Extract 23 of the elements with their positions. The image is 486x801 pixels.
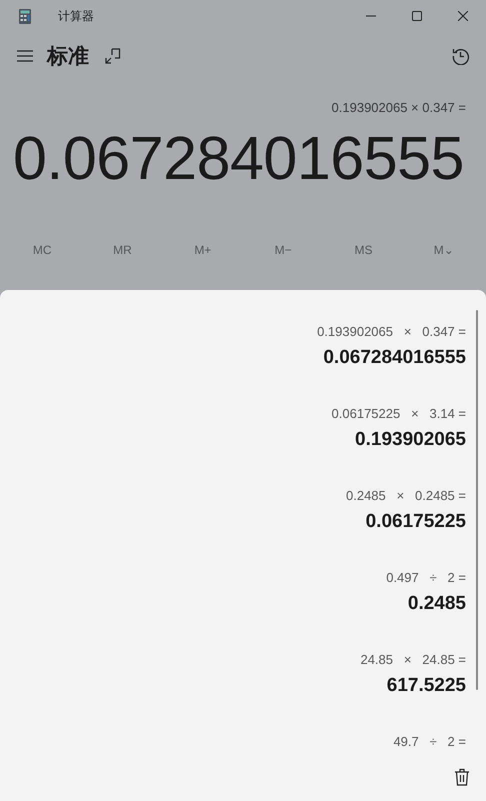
maximize-icon[interactable]: [412, 11, 422, 21]
history-result[interactable]: 0.2485: [408, 593, 466, 615]
history-expression[interactable]: 49.7 ÷ 2 =: [393, 724, 466, 749]
history-expression[interactable]: 0.2485 × 0.2485 =: [346, 478, 466, 503]
result-display: 0.067284016555: [12, 123, 465, 193]
calculator-icon: [19, 8, 31, 24]
mode-title: 标准: [47, 44, 89, 70]
history-expression[interactable]: 0.193902065 × 0.347 =: [317, 314, 466, 339]
history-result[interactable]: 0.193902065: [355, 429, 466, 451]
menu-icon[interactable]: [16, 49, 34, 63]
expression-text: 0.193902065 × 0.347 =: [330, 99, 467, 115]
history-expression[interactable]: 0.06175225 × 3.14 =: [332, 396, 466, 421]
history-result[interactable]: 0.06175225: [366, 511, 466, 533]
history-icon[interactable]: [452, 47, 470, 65]
close-icon[interactable]: [458, 11, 468, 21]
history-result[interactable]: 617.5225: [386, 675, 466, 697]
history-result[interactable]: 0.067284016555: [323, 347, 466, 369]
keep-on-top-icon[interactable]: [105, 48, 121, 64]
trash-icon[interactable]: [454, 768, 470, 786]
scrollbar[interactable]: [476, 310, 478, 690]
window-title: 计算器: [58, 8, 94, 24]
history-expression[interactable]: 24.85 × 24.85 =: [360, 642, 466, 667]
history-expression[interactable]: 0.497 ÷ 2 =: [386, 560, 466, 585]
